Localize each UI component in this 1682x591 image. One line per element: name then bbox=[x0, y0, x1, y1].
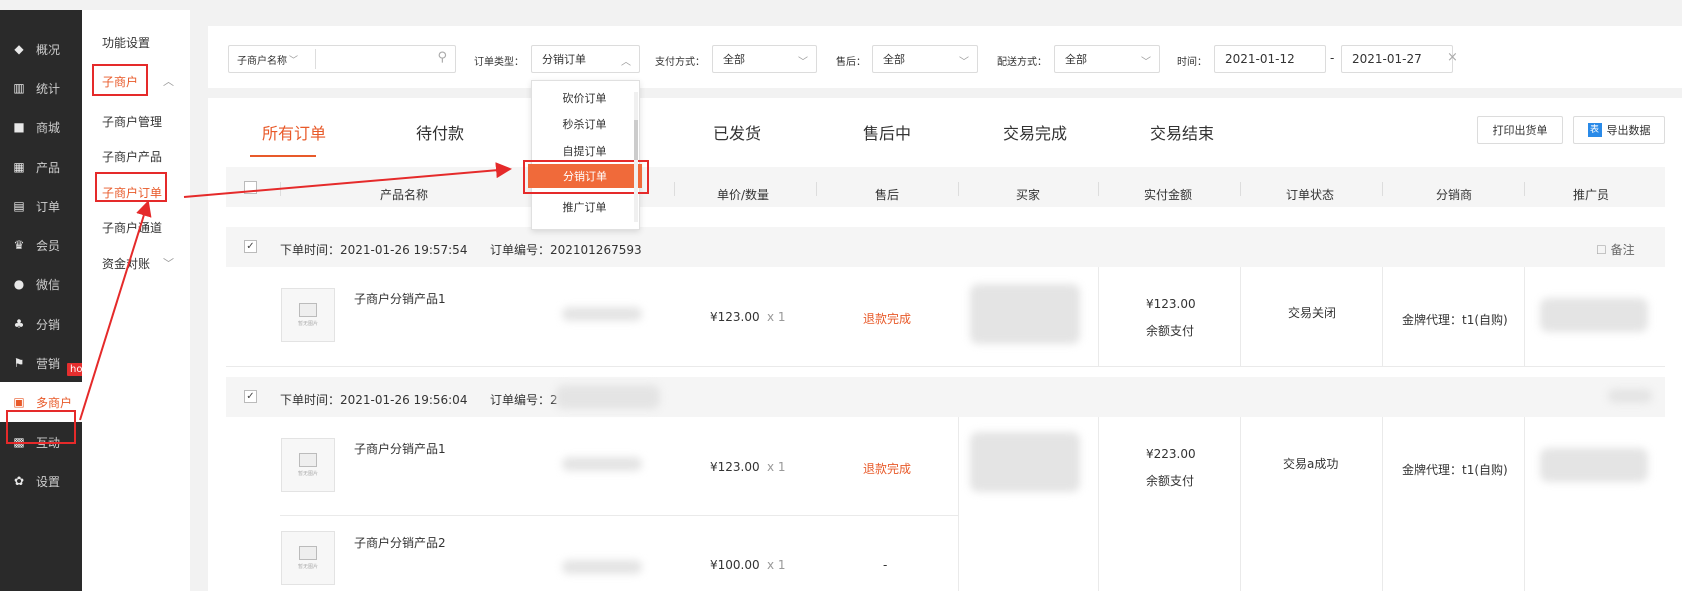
annotation-arrows bbox=[79, 162, 512, 421]
arrow-to-sub-merchant-order bbox=[79, 200, 152, 421]
arrow-to-distribution-order bbox=[183, 162, 512, 198]
